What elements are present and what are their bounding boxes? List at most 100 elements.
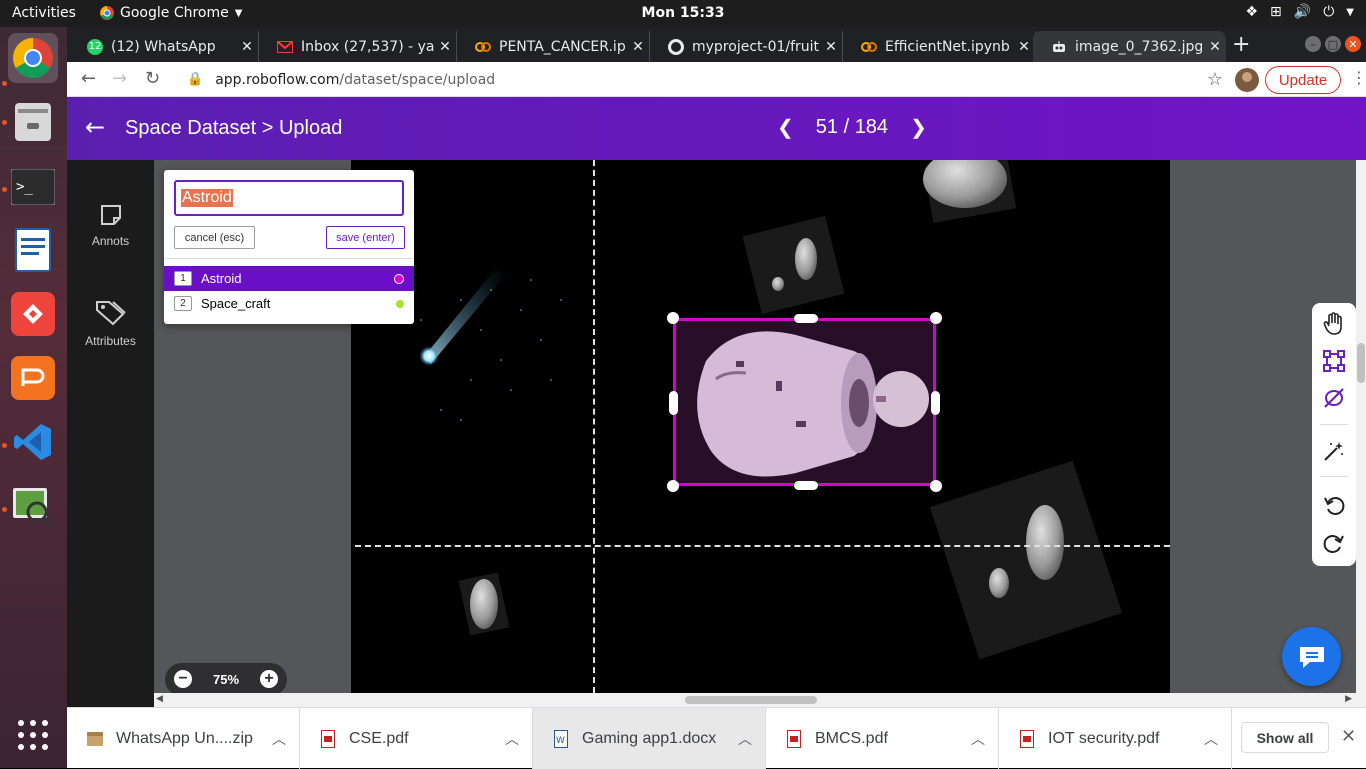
- close-icon[interactable]: ✕: [1013, 39, 1035, 55]
- scroll-left-arrow[interactable]: ◀: [156, 694, 163, 704]
- running-indicator: [2, 443, 7, 448]
- dropbox-icon[interactable]: ❖: [1245, 4, 1258, 20]
- maximize-button[interactable]: □: [1325, 36, 1341, 52]
- power-icon[interactable]: ⏻: [1323, 4, 1334, 20]
- smart-polygon-tool[interactable]: [1320, 437, 1348, 465]
- show-all-button[interactable]: Show all: [1241, 722, 1329, 753]
- clock[interactable]: Mon 15:33: [0, 5, 1366, 21]
- bookmark-star-icon[interactable]: ☆: [1207, 69, 1223, 90]
- system-tray[interactable]: ❖ ⊞ 🔊 ⏻ ▼: [1245, 4, 1354, 20]
- tab-title: EfficientNet.ipynb: [885, 38, 1010, 55]
- chat-button[interactable]: [1282, 627, 1341, 686]
- close-icon[interactable]: ✕: [1341, 726, 1356, 747]
- resize-handle-right[interactable]: [931, 391, 940, 415]
- close-icon[interactable]: ✕: [434, 39, 456, 55]
- polygon-tool[interactable]: [1320, 384, 1348, 412]
- close-icon[interactable]: ✕: [1204, 39, 1226, 55]
- resize-handle-top-right[interactable]: [930, 312, 942, 324]
- resize-handle-bottom[interactable]: [794, 481, 818, 490]
- divider: [1320, 476, 1348, 477]
- horizontal-scrollbar[interactable]: ◀ ▶: [154, 693, 1366, 707]
- bounding-box-tool[interactable]: [1320, 347, 1348, 375]
- asteroid-tile: [929, 460, 1123, 660]
- network-icon[interactable]: ⊞: [1270, 4, 1282, 20]
- dock-writer[interactable]: [8, 225, 58, 275]
- lock-icon[interactable]: 🔒: [187, 72, 203, 87]
- resize-handle-bottom-left[interactable]: [667, 480, 679, 492]
- dock-postman[interactable]: [8, 353, 58, 403]
- tab-gmail[interactable]: Inbox (27,537) - yac ✕: [259, 31, 457, 62]
- kebab-menu-icon[interactable]: ⋮: [1351, 68, 1366, 87]
- crosshair-vertical: [593, 160, 595, 693]
- download-item[interactable]: IOT security.pdf ︿: [999, 708, 1232, 769]
- forward-button[interactable]: →: [112, 68, 127, 89]
- rail-annots[interactable]: Annots: [67, 204, 154, 248]
- reload-button[interactable]: ↻: [145, 68, 160, 89]
- tab-github[interactable]: myproject-01/fruit ✕: [650, 31, 843, 62]
- chevron-up-icon[interactable]: ︿: [1191, 729, 1231, 749]
- close-window-button[interactable]: ✕: [1345, 36, 1361, 52]
- download-item[interactable]: WhatsApp Un....zip ︿: [67, 708, 300, 769]
- resize-handle-top-left[interactable]: [667, 312, 679, 324]
- robot-icon: [1051, 39, 1067, 55]
- tab-image[interactable]: image_0_7362.jpg ✕: [1033, 31, 1226, 62]
- bounding-box[interactable]: [667, 312, 942, 492]
- app-header: ← Space Dataset > Upload ❮ 51 / 184 ❯: [67, 97, 1366, 160]
- scroll-right-arrow[interactable]: ▶: [1345, 694, 1352, 704]
- chevron-up-icon[interactable]: ︿: [725, 729, 765, 749]
- dock-vscode[interactable]: [8, 417, 58, 467]
- zoom-level: 75%: [213, 672, 240, 687]
- cancel-button[interactable]: cancel (esc): [174, 226, 255, 249]
- resize-handle-top[interactable]: [794, 314, 818, 323]
- class-option-astroid[interactable]: 1 Astroid: [164, 266, 414, 291]
- dock-anydesk[interactable]: [8, 289, 58, 339]
- dock-terminal[interactable]: >_: [8, 162, 58, 212]
- tab-penta-cancer[interactable]: PENTA_CANCER.ip ✕: [457, 31, 650, 62]
- zoom-in-button[interactable]: +: [260, 670, 278, 688]
- dock-chrome[interactable]: [8, 33, 58, 83]
- vertical-scrollbar[interactable]: [1356, 160, 1366, 693]
- scroll-thumb[interactable]: [685, 696, 817, 704]
- tab-whatsapp[interactable]: 12 (12) WhatsApp ✕: [69, 31, 259, 62]
- profile-avatar[interactable]: [1235, 68, 1259, 92]
- new-tab-button[interactable]: +: [1232, 32, 1250, 57]
- dock-files[interactable]: [8, 97, 58, 147]
- crosshair-horizontal: [355, 545, 1170, 547]
- close-icon[interactable]: ✕: [820, 39, 842, 55]
- save-button[interactable]: save (enter): [326, 226, 405, 249]
- resize-handle-bottom-right[interactable]: [930, 480, 942, 492]
- zoom-out-button[interactable]: −: [174, 670, 192, 688]
- download-item[interactable]: CSE.pdf ︿: [300, 708, 533, 769]
- rail-attributes[interactable]: Attributes: [67, 300, 154, 348]
- back-button[interactable]: ←: [81, 68, 96, 89]
- volume-icon[interactable]: 🔊: [1294, 4, 1311, 20]
- tab-efficientnet[interactable]: EfficientNet.ipynb ✕: [843, 31, 1036, 62]
- chevron-down-icon[interactable]: ▼: [1346, 7, 1354, 18]
- pan-tool[interactable]: [1320, 310, 1348, 338]
- scroll-thumb[interactable]: [1357, 343, 1365, 383]
- close-icon[interactable]: ✕: [236, 39, 258, 55]
- download-item[interactable]: BMCS.pdf ︿: [766, 708, 999, 769]
- dock-image-viewer[interactable]: [8, 481, 58, 531]
- download-item[interactable]: W Gaming app1.docx ︿: [533, 708, 766, 769]
- show-applications-button[interactable]: [8, 710, 58, 760]
- label-popup: Astroid cancel (esc) save (enter) 1 Astr…: [164, 170, 414, 324]
- chevron-up-icon[interactable]: ︿: [492, 729, 532, 749]
- previous-image-button[interactable]: ❮: [777, 115, 794, 140]
- close-icon[interactable]: ✕: [627, 39, 649, 55]
- redo-button[interactable]: [1320, 529, 1348, 557]
- update-button[interactable]: Update: [1265, 66, 1341, 94]
- next-image-button[interactable]: ❯: [910, 115, 927, 140]
- postman-icon: [11, 356, 55, 400]
- undo-button[interactable]: [1320, 491, 1348, 519]
- url-bar[interactable]: 🔒 app.roboflow.com/dataset/space/upload …: [173, 65, 1223, 94]
- class-option-space-craft[interactable]: 2 Space_craft: [164, 291, 414, 316]
- resize-handle-left[interactable]: [669, 391, 678, 415]
- class-name-input[interactable]: Astroid: [174, 180, 404, 216]
- svg-text:>_: >_: [16, 179, 33, 195]
- chevron-up-icon[interactable]: ︿: [958, 729, 998, 749]
- chevron-up-icon[interactable]: ︿: [259, 729, 299, 749]
- minimize-button[interactable]: –: [1305, 36, 1321, 52]
- image-canvas[interactable]: [351, 160, 1170, 693]
- back-arrow-icon[interactable]: ←: [85, 113, 105, 141]
